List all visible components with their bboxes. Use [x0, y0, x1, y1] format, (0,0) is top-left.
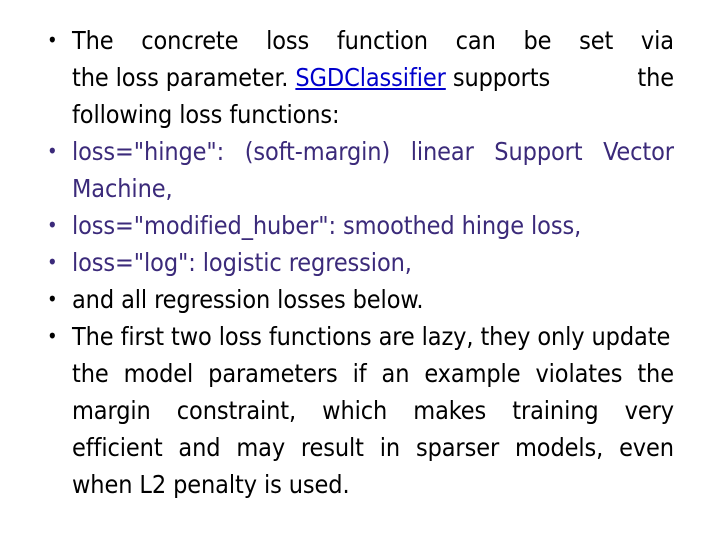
word: which: [322, 396, 388, 425]
bullet-list: • The concrete loss function can be set via the l…: [38, 22, 674, 503]
word: an: [381, 359, 410, 388]
bullet-lazy-loss-functions: • The first two loss functions are lazy, …: [38, 318, 674, 503]
bullet-marker-icon: •: [47, 250, 58, 274]
word: set: [579, 26, 614, 55]
line-tail-word: the: [637, 63, 674, 92]
word: margin: [72, 396, 151, 425]
text-line: and all regression losses below.: [72, 285, 424, 314]
text-line: margin constraint, which makes training very: [72, 392, 674, 429]
word: efficient: [72, 433, 163, 462]
word: Vector: [603, 137, 674, 166]
bullet-marker-icon: •: [47, 324, 58, 348]
text-line: following loss functions:: [72, 100, 340, 129]
text-line: the model parameters if an example violates the: [72, 355, 674, 392]
word: in: [379, 433, 401, 462]
word: violates: [535, 359, 623, 388]
text-after-link: supports: [445, 63, 551, 92]
text-line: the loss parameter. SGDClassifier suppor…: [72, 59, 674, 96]
text-line: Machine,: [72, 174, 173, 203]
word: Support: [494, 137, 583, 166]
text-line: loss="hinge": (soft-margin) linear Support V…: [72, 133, 674, 170]
bullet-marker-icon: •: [47, 287, 58, 311]
text-line: loss="modified_huber": smoothed hinge lo…: [72, 211, 582, 240]
text-before-link: the loss parameter.: [72, 63, 296, 92]
word: the: [72, 359, 109, 388]
bullet-text: and all regression losses below.: [72, 281, 674, 318]
bullet-text: loss="hinge": (soft-margin) linear Support V…: [72, 133, 674, 207]
text-line: efficient and may result in sparser models, eve…: [72, 429, 674, 466]
word: loss="hinge":: [72, 137, 225, 166]
bullet-marker-icon: •: [47, 28, 58, 52]
word: example: [424, 359, 521, 388]
word: parameters: [208, 359, 338, 388]
word: if: [352, 359, 367, 388]
slide-canvas: • The concrete loss function can be set via the l…: [0, 0, 720, 540]
word: models,: [514, 433, 604, 462]
word: (soft-margin): [244, 137, 391, 166]
word: sparser: [415, 433, 500, 462]
bullet-text: loss="modified_huber": smoothed hinge lo…: [72, 207, 674, 244]
word: model: [123, 359, 194, 388]
text-line: loss="log": logistic regression,: [72, 248, 412, 277]
bullet-regression-losses: • and all regression losses below.: [38, 281, 674, 318]
word: constraint,: [176, 396, 297, 425]
word: can: [455, 26, 496, 55]
bullet-loss-log: • loss="log": logistic regression,: [38, 244, 674, 281]
bullet-marker-icon: •: [47, 139, 58, 163]
text-line: when L2 penalty is used.: [72, 470, 350, 499]
bullet-text: The concrete loss function can be set via the lo…: [72, 22, 674, 133]
word: be: [523, 26, 552, 55]
word: training: [512, 396, 599, 425]
bullet-marker-icon: •: [47, 213, 58, 237]
word: result: [300, 433, 364, 462]
word: loss: [266, 26, 310, 55]
bullet-loss-hinge: • loss="hinge": (soft-margin) linear Support…: [38, 133, 674, 207]
word: function: [336, 26, 428, 55]
bullet-text: The first two loss functions are lazy, t…: [72, 318, 674, 503]
word: linear: [410, 137, 474, 166]
text-line: The concrete loss function can be set via: [72, 22, 674, 59]
word: very: [624, 396, 674, 425]
bullet-loss-modified-huber: • loss="modified_huber": smoothed hinge l…: [38, 207, 674, 244]
text-line: The first two loss functions are lazy, t…: [72, 322, 671, 351]
word: The: [72, 26, 114, 55]
word: may: [236, 433, 286, 462]
word: and: [178, 433, 221, 462]
bullet-concrete-loss-function: • The concrete loss function can be set via the l…: [38, 22, 674, 133]
link-line-segment: the loss parameter. SGDClassifier suppor…: [72, 59, 550, 96]
word: via: [640, 26, 674, 55]
word: makes: [413, 396, 487, 425]
word: the: [637, 359, 674, 388]
word: even: [619, 433, 674, 462]
sgdclassifier-link[interactable]: SGDClassifier: [295, 63, 446, 92]
word: concrete: [141, 26, 239, 55]
bullet-text: loss="log": logistic regression,: [72, 244, 674, 281]
